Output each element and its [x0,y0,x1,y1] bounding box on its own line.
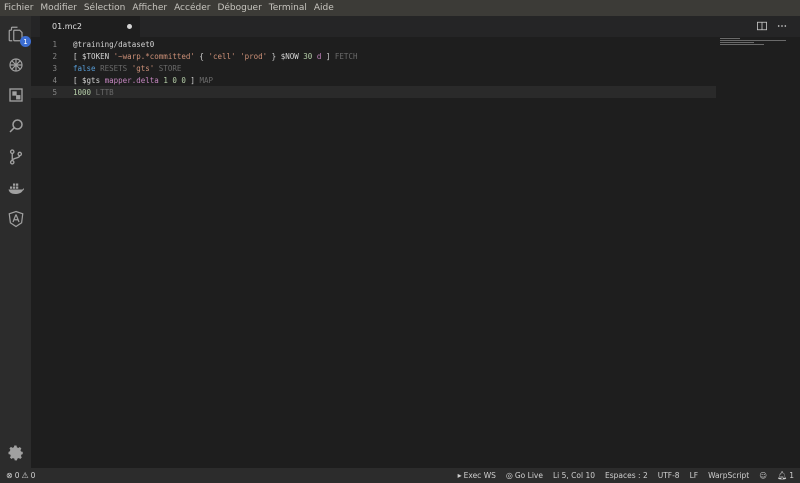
error-count: 0 [14,471,20,480]
code-token: $NOW [280,51,299,61]
code-token: } [267,51,281,61]
minimap-line [720,44,764,45]
code-token: FETCH [334,51,358,61]
editor-area: 01.mc2 1 @training/dataset0 2 [ $TOKEN '~wa… [31,16,800,468]
problems-indicator[interactable]: ⊗ 0 ⚠ 0 [6,471,35,480]
line-number: 2 [52,51,57,61]
warp10-icon[interactable] [6,55,26,75]
minimap-line [720,42,754,43]
warning-count: 0 [30,471,36,480]
angular-icon[interactable] [6,209,26,229]
code-token: 30 [303,51,313,61]
language-mode[interactable]: WarpScript [708,471,749,480]
line-number: 5 [52,87,57,97]
line-number: 4 [52,75,57,85]
code-token: 'gts' [131,63,155,73]
menu-item-2[interactable]: Sélection [84,3,125,13]
code-line[interactable]: 4 [ $gts mapper.delta 1 0 0 ] MAP [31,74,800,86]
go-live-button[interactable]: ◎ Go Live [506,471,543,480]
code-token: mapper.delta [104,75,159,85]
status-bar: ⊗ 0 ⚠ 0 ▸ Exec WS ◎ Go Live Li 5, Col 10… [0,468,800,483]
menu-bar: Fichier Modifier Sélection Afficher Accéder D… [0,0,800,16]
search-icon[interactable] [6,116,26,136]
cursor-position[interactable]: Li 5, Col 10 [553,471,595,480]
menu-item-0[interactable]: Fichier [4,3,33,13]
minimap-line [720,38,740,39]
menu-item-3[interactable]: Afficher [132,3,167,13]
more-actions-icon[interactable] [776,20,788,32]
menu-item-1[interactable]: Modifier [40,3,76,13]
line-source: [ $gts mapper.delta 1 0 0 ] MAP [73,76,213,85]
indentation[interactable]: Espaces : 2 [605,471,648,480]
warning-icon: ⚠ [21,471,29,480]
notifications-button[interactable]: 🔔︎ 1 [777,471,794,480]
menu-item-7[interactable]: Aide [314,3,334,13]
code-token: [ [73,51,83,61]
bell-icon: 🔔︎ [777,471,788,480]
line-source: false RESETS 'gts' STORE [73,64,181,73]
code-token: $gts [82,75,101,85]
play-icon: ▸ [457,471,462,480]
encoding[interactable]: UTF-8 [658,471,680,480]
line-number: 1 [52,39,57,49]
code-line[interactable]: 3 false RESETS 'gts' STORE [31,62,800,74]
menu-item-4[interactable]: Accéder [174,3,210,13]
exec-ws-button[interactable]: ▸ Exec WS [458,471,496,480]
unsaved-dot-icon[interactable] [127,24,132,29]
tab-01-mc2[interactable]: 01.mc2 [40,16,140,37]
end-of-line[interactable]: LF [690,471,699,480]
activity-bar: 1 [0,16,31,468]
code-token: { [194,51,209,61]
menu-item-5[interactable]: Déboguer [217,3,261,13]
code-line[interactable]: 1 @training/dataset0 [31,38,800,50]
code-token: ] [185,75,200,85]
code-token: 1000 [73,87,92,97]
minimap-line [720,40,786,41]
error-icon: ⊗ [6,471,13,480]
line-source: 1000 LTTB [73,88,114,97]
code-token: '~warp.*committed' [113,51,195,61]
code-line[interactable]: 5 1000 LTTB [31,86,716,98]
explorer-icon[interactable]: 1 [6,24,31,47]
code-token: [ [73,75,83,85]
source-control-icon[interactable] [6,147,26,167]
extensions-icon[interactable] [6,85,26,105]
tab-label: 01.mc2 [52,22,83,31]
gear-icon[interactable] [6,443,26,463]
minimap[interactable] [720,38,786,46]
exec-ws-label: Exec WS [463,471,496,480]
code-token: ] [321,51,335,61]
code-line[interactable]: 2 [ $TOKEN '~warp.*committed' { 'cell' 'p… [31,50,800,62]
line-number: 3 [52,63,57,73]
split-editor-icon[interactable] [756,20,768,32]
code-token: @training/dataset0 [73,39,155,49]
broadcast-icon: ◎ [505,471,513,480]
code-token: 'prod' [240,51,268,61]
code-token: 'cell' [208,51,236,61]
docker-icon[interactable] [6,178,26,198]
line-source: [ $TOKEN '~warp.*committed' { 'cell' 'pr… [73,52,357,61]
tab-bar: 01.mc2 [31,16,800,37]
code-token: 1 0 0 [163,75,186,85]
go-live-label: Go Live [514,471,543,480]
explorer-badge: 1 [20,36,31,47]
notifications-count: 1 [789,471,794,480]
code-token: RESETS [100,63,128,73]
feedback-icon[interactable]: ☺ [759,471,767,480]
code-token: STORE [158,63,182,73]
code-token: false [73,63,96,73]
line-source: @training/dataset0 [73,40,154,49]
code-token: $TOKEN [82,51,110,61]
code-editor[interactable]: 1 @training/dataset0 2 [ $TOKEN '~warp.*com… [31,38,800,98]
code-token: LTTB [95,87,114,97]
editor-actions [756,20,788,32]
code-token: MAP [199,75,213,85]
menu-item-6[interactable]: Terminal [269,3,307,13]
